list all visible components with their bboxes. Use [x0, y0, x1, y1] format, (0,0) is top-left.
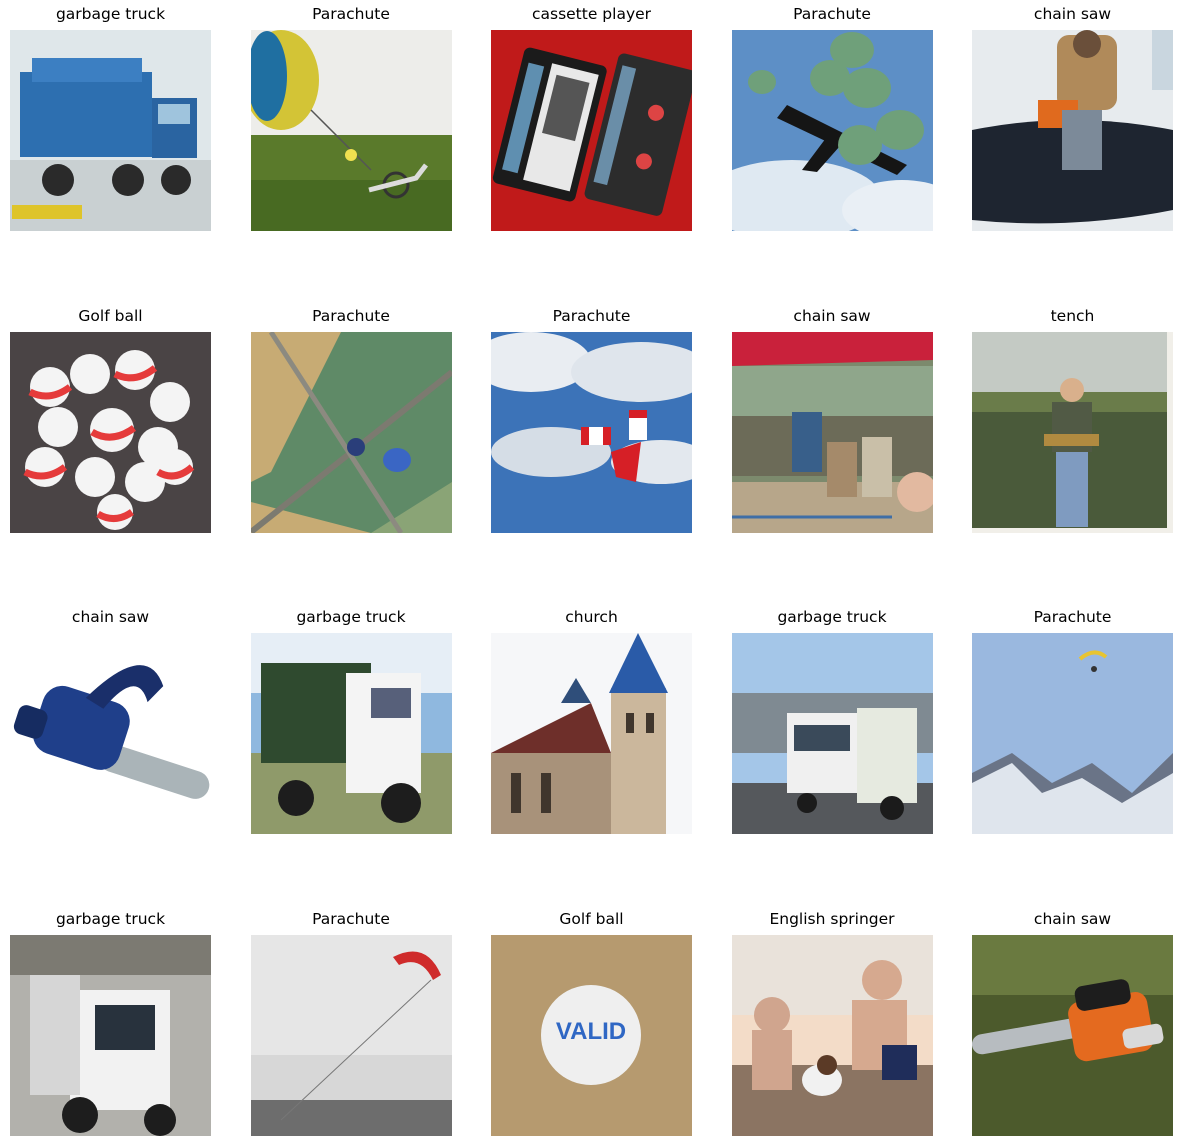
cassette-image [491, 30, 692, 231]
ice-saw-image [972, 30, 1173, 231]
image-label: English springer [769, 909, 895, 928]
image-tile: Golf ball VALID [491, 910, 692, 1136]
green-truck-image [250, 633, 452, 834]
valid-ball-image: VALID [491, 934, 692, 1136]
parachute-drop-photo [731, 30, 933, 231]
image-label: Parachute [312, 5, 390, 23]
image-tile: chain saw [972, 910, 1173, 1136]
image-label: garbage truck [55, 5, 166, 23]
image-tile: church [491, 608, 692, 834]
paraglider-mountains-image [972, 633, 1173, 834]
truck-garage-image [10, 934, 211, 1136]
image-label: chain saw [1033, 5, 1112, 23]
image-label: garbage truck [777, 608, 887, 626]
image-label: Golf ball [559, 909, 624, 928]
man-fish-image [972, 331, 1173, 533]
image-tile: Parachute [972, 608, 1173, 834]
church-photo [491, 633, 692, 834]
green-truck-photo [250, 633, 452, 834]
image-tile: tench [972, 307, 1173, 533]
image-label: Parachute [312, 306, 390, 325]
cassette-photo [491, 30, 692, 231]
image-label: Parachute [312, 909, 390, 928]
image-label: Parachute [552, 306, 631, 325]
image-tile: chain saw [972, 5, 1173, 231]
white-truck-photo [731, 633, 933, 834]
orange-chainsaw-image [972, 934, 1173, 1136]
image-label: chain saw [71, 608, 150, 626]
paraglider-mountains-photo [972, 633, 1173, 834]
image-grid: garbage truck Parachute cassette player … [10, 4, 1173, 1138]
image-label: garbage truck [55, 909, 166, 928]
canadian-flags-photo [491, 331, 692, 533]
image-tile: English springer [731, 910, 933, 1136]
image-label: church [565, 608, 618, 626]
image-tile: garbage truck [10, 5, 211, 231]
paraglider-ground-image [250, 30, 452, 231]
image-tile: cassette player [491, 5, 692, 231]
garbage-truck-image [10, 30, 211, 231]
paraglider-ground-photo [250, 30, 452, 231]
orange-chainsaw-photo [972, 934, 1173, 1136]
valid-ball-text: VALID [556, 1018, 626, 1045]
image-label: cassette player [531, 5, 652, 23]
image-tile: Parachute [731, 5, 933, 231]
garbage-truck-photo [10, 30, 211, 231]
image-label: Parachute [793, 5, 871, 23]
valid-ball-photo: VALID [491, 934, 692, 1136]
kids-dog-image [731, 934, 933, 1136]
image-tile: garbage truck [10, 910, 211, 1136]
image-tile: chain saw [10, 608, 211, 834]
image-label: chain saw [793, 306, 871, 325]
image-tile: Parachute [250, 307, 452, 533]
kids-dog-photo [731, 934, 933, 1136]
canadian-flags-image [491, 331, 692, 533]
church-image [491, 633, 692, 834]
image-tile: garbage truck [250, 608, 452, 834]
carving-tent-photo [731, 331, 933, 533]
parachute-drop-image [731, 30, 933, 231]
image-tile: garbage truck [731, 608, 933, 834]
skydiver-aerial-photo [250, 331, 452, 533]
skydiver-aerial-image [250, 331, 452, 533]
kite-sea-photo [250, 934, 452, 1136]
ice-saw-photo [972, 30, 1173, 231]
image-tile: Golf ball [10, 307, 211, 533]
golf-balls-image [10, 331, 211, 533]
golf-balls-photo [10, 331, 211, 533]
blue-chainsaw-photo [10, 633, 211, 834]
image-tile: Parachute [491, 307, 692, 533]
image-label: garbage truck [296, 608, 406, 626]
white-truck-image [731, 633, 933, 834]
image-tile: Parachute [250, 910, 452, 1136]
image-label: Parachute [1033, 608, 1112, 626]
image-tile: Parachute [250, 5, 452, 231]
truck-garage-photo [10, 934, 211, 1136]
image-label: tench [1050, 306, 1095, 325]
carving-tent-image [731, 331, 933, 533]
kite-sea-image [250, 934, 452, 1136]
blue-chainsaw-image [10, 633, 211, 834]
image-tile: chain saw [731, 307, 933, 533]
image-label: chain saw [1033, 909, 1112, 928]
man-fish-photo [972, 331, 1173, 533]
image-label: Golf ball [78, 306, 143, 325]
